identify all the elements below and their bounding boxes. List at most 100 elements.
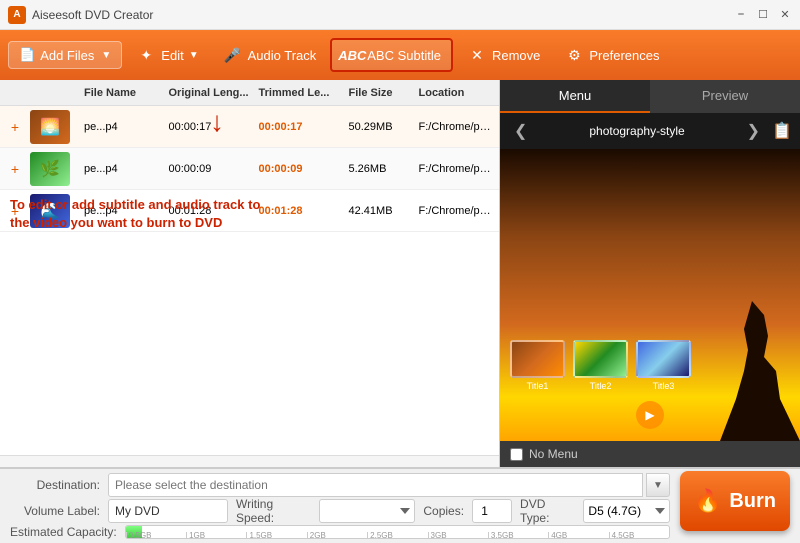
- annotation-area: To edit or add subtitle and audio track …: [10, 196, 270, 240]
- tick-8: 4.5GB: [609, 532, 669, 538]
- dvd-type-label: DVD Type:: [520, 497, 575, 525]
- tick-7: 4GB: [548, 532, 608, 538]
- minimize-button[interactable]: ⎯: [734, 8, 748, 22]
- theme-next-button[interactable]: ❯: [741, 119, 766, 143]
- capacity-label: Estimated Capacity:: [10, 525, 117, 539]
- preferences-button[interactable]: ⚙ Preferences: [554, 40, 669, 70]
- window-controls: ⎯ ☐ ✕: [734, 8, 792, 22]
- col-original-length: Original Leng...: [165, 87, 255, 99]
- destination-row: Destination: ▼: [10, 473, 670, 497]
- burn-label: Burn: [729, 490, 776, 513]
- edit-label: Edit: [161, 48, 183, 63]
- tick-1: 1GB: [186, 532, 246, 538]
- table-header: File Name Original Leng... Trimmed Le...…: [0, 80, 499, 106]
- burn-section: 🔥 Burn: [680, 471, 790, 531]
- location: F:/Chrome/pexels-zuzann...: [415, 163, 500, 175]
- no-menu-area: No Menu: [500, 441, 800, 467]
- col-filesize: File Size: [345, 87, 415, 99]
- tick-3: 2GB: [307, 532, 367, 538]
- destination-input[interactable]: [108, 473, 643, 497]
- annotation-arrow: ↓: [210, 106, 224, 138]
- destination-label: Destination:: [10, 478, 100, 492]
- copies-input[interactable]: [472, 499, 512, 523]
- tab-menu[interactable]: Menu: [500, 80, 650, 113]
- settings-row: Volume Label: Writing Speed: Copies: DVD…: [10, 497, 670, 525]
- menu-title-item: Title2: [573, 340, 628, 391]
- menu-title-label-3: Title3: [653, 381, 675, 391]
- tick-2: 1.5GB: [246, 532, 306, 538]
- tab-preview-label: Preview: [702, 88, 748, 103]
- edit-button[interactable]: ✦ Edit ▼: [126, 40, 208, 70]
- original-length: 00:00:09: [165, 163, 255, 175]
- theme-prev-button[interactable]: ❮: [508, 119, 533, 143]
- col-location: Location: [415, 87, 500, 99]
- no-menu-label[interactable]: No Menu: [529, 447, 578, 461]
- right-tabs: Menu Preview: [500, 80, 800, 113]
- subtitle-button[interactable]: ABC ABC Subtitle: [330, 38, 453, 72]
- edit-dropdown-arrow[interactable]: ▼: [189, 50, 199, 61]
- menu-title-item: Title3: [636, 340, 691, 391]
- horizontal-scrollbar[interactable]: [0, 455, 499, 467]
- menu-title-label-2: Title2: [590, 381, 612, 391]
- table-row: + 🌅 pe...p4 00:00:17 00:00:17 50.29MB F:…: [0, 106, 499, 148]
- location: F:/Chrome/pexels-gylfi-g...: [415, 121, 500, 133]
- volume-input[interactable]: [108, 499, 228, 523]
- maximize-button[interactable]: ☐: [756, 8, 770, 22]
- flame-icon: 🔥: [694, 488, 721, 514]
- writing-speed-select[interactable]: [319, 499, 415, 523]
- col-filename: File Name: [80, 87, 165, 99]
- menu-background: Title1 Title2 Title3 ▶: [500, 149, 800, 441]
- file-size: 42.41MB: [345, 205, 415, 217]
- menu-title-label-1: Title1: [527, 381, 549, 391]
- title-bar: A Aiseesoft DVD Creator ⎯ ☐ ✕: [0, 0, 800, 30]
- audio-track-button[interactable]: 🎤 Audio Track: [213, 40, 327, 70]
- expand-icon[interactable]: +: [0, 161, 30, 177]
- trimmed-length: 00:00:17: [255, 121, 345, 133]
- close-button[interactable]: ✕: [778, 8, 792, 22]
- add-files-button[interactable]: 📄 Add Files ▼: [8, 41, 122, 69]
- file-size: 50.29MB: [345, 121, 415, 133]
- add-files-icon: 📄: [19, 47, 35, 63]
- menu-title-item: Title1: [510, 340, 565, 391]
- remove-button[interactable]: ✕ Remove: [457, 40, 550, 70]
- table-row: + 🌿 pe...p4 00:00:09 00:00:09 5.26MB F:/…: [0, 148, 499, 190]
- thumbnail: 🌿: [30, 152, 70, 186]
- volume-label: Volume Label:: [10, 504, 100, 518]
- play-button[interactable]: ▶: [636, 401, 664, 429]
- menu-thumbnail-2[interactable]: [573, 340, 628, 378]
- microphone-icon: 🎤: [223, 45, 243, 65]
- location: F:/Chrome/pexels-super-l...: [415, 205, 500, 217]
- subtitle-abc-icon: ABC: [342, 45, 362, 65]
- menu-preview: Title1 Title2 Title3 ▶: [500, 149, 800, 441]
- col-trimmed-length: Trimmed Le...: [255, 87, 345, 99]
- burn-button[interactable]: 🔥 Burn: [680, 471, 790, 531]
- add-files-label: Add Files: [40, 48, 94, 63]
- copies-label: Copies:: [423, 504, 464, 518]
- capacity-ticks: 0.5GB 1GB 1.5GB 2GB 2.5GB 3GB 3.5GB 4GB …: [126, 526, 669, 538]
- preferences-label: Preferences: [589, 48, 659, 63]
- add-files-dropdown-arrow[interactable]: ▼: [101, 50, 111, 61]
- dvd-type-select[interactable]: D5 (4.7G): [583, 499, 670, 523]
- right-panel: Menu Preview ❮ photography-style ❯ 📋: [500, 80, 800, 467]
- file-panel: File Name Original Leng... Trimmed Le...…: [0, 80, 500, 467]
- gear-icon: ⚙: [564, 45, 584, 65]
- trimmed-length: 00:00:09: [255, 163, 345, 175]
- tick-5: 3GB: [428, 532, 488, 538]
- table-body: + 🌅 pe...p4 00:00:17 00:00:17 50.29MB F:…: [0, 106, 499, 455]
- no-menu-checkbox[interactable]: [510, 448, 523, 461]
- destination-dropdown-button[interactable]: ▼: [646, 473, 670, 497]
- annotation-text: To edit or add subtitle and audio track …: [10, 196, 270, 232]
- app-icon: A: [8, 6, 26, 24]
- expand-icon[interactable]: +: [0, 119, 30, 135]
- menu-titles: Title1 Title2 Title3: [510, 340, 790, 391]
- bottom-bar: Destination: ▼ Volume Label: Writing Spe…: [0, 468, 800, 543]
- menu-thumbnail-1[interactable]: [510, 340, 565, 378]
- tick-4: 2.5GB: [367, 532, 427, 538]
- tab-preview[interactable]: Preview: [650, 80, 800, 113]
- theme-action-icon[interactable]: 📋: [772, 121, 792, 141]
- app-title: Aiseesoft DVD Creator: [32, 8, 734, 22]
- remove-label: Remove: [492, 48, 540, 63]
- main-content: File Name Original Leng... Trimmed Le...…: [0, 80, 800, 468]
- menu-thumbnail-3[interactable]: [636, 340, 691, 378]
- capacity-row: Estimated Capacity: 0.5GB 1GB 1.5GB 2GB …: [10, 525, 670, 539]
